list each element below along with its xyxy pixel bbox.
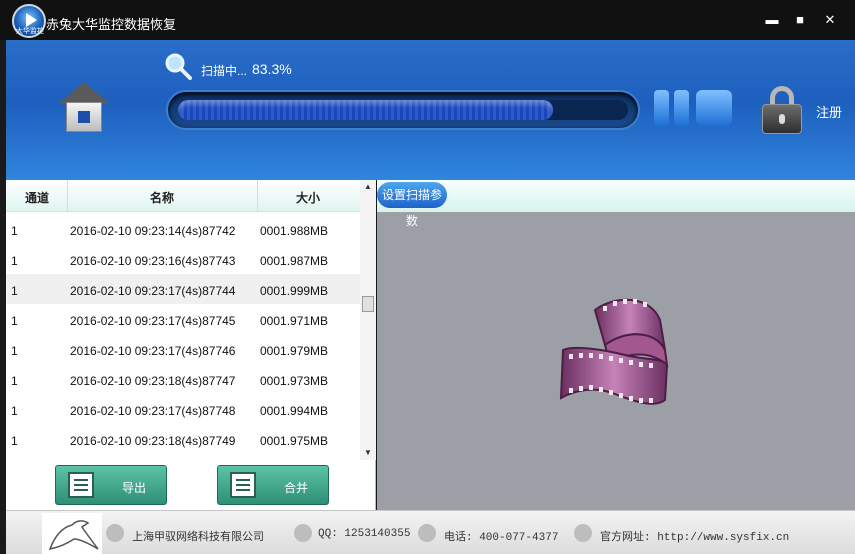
cell-size: 0001.987MB: [260, 254, 329, 268]
scan-status-label: 扫描中...: [201, 64, 248, 78]
table-header: 通道 名称 大小: [6, 180, 360, 212]
cell-size: 0001.988MB: [260, 224, 329, 238]
column-header-size[interactable]: 大小: [296, 189, 320, 206]
table-row[interactable]: 1 2016-02-10 09:23:18(4s)87749 0001.975M…: [6, 424, 360, 454]
cell-size: 0001.979MB: [260, 344, 329, 358]
cell-channel: 1: [11, 434, 18, 448]
stop-button[interactable]: [696, 90, 732, 126]
window-title: 赤兔大华监控数据恢复: [46, 17, 177, 32]
company-name: 上海甲驭网络科技有限公司: [132, 531, 264, 543]
scan-progress-bar: [166, 90, 640, 130]
table-row[interactable]: 1 2016-02-10 09:23:17(4s)87744 0001.999M…: [6, 274, 360, 304]
merge-label: 合并: [284, 481, 309, 495]
phone-number: 电话: 400-077-4377: [444, 532, 559, 544]
export-label: 导出: [122, 481, 147, 495]
table-row[interactable]: 1 2016-02-10 09:23:17(4s)87746 0001.979M…: [6, 334, 360, 364]
home-button[interactable]: [56, 80, 112, 136]
table-row[interactable]: 1 2016-02-10 09:23:16(4s)87743 0001.987M…: [6, 244, 360, 274]
cell-channel: 1: [11, 374, 18, 388]
close-button[interactable]: ✕: [822, 12, 838, 28]
pause-button[interactable]: [654, 90, 690, 126]
table-row[interactable]: 1 2016-02-10 09:23:14(4s)87742 0001.988M…: [6, 214, 360, 244]
film-reel-icon: [559, 298, 669, 405]
qq-icon: [294, 524, 312, 542]
phone-icon: [418, 524, 436, 542]
progress-fill: [178, 100, 553, 120]
recovered-files-table: 通道 名称 大小 1 2016-02-10 09:23:14(4s)87742 …: [6, 180, 376, 510]
merge-button[interactable]: 合并: [217, 465, 329, 505]
footer-bar: 上海甲驭网络科技有限公司 QQ: 1253140355 电话: 400-077-…: [6, 510, 855, 554]
register-label: 注册: [816, 105, 843, 120]
table-scrollbar[interactable]: ▲ ▼: [360, 180, 376, 460]
cell-channel: 1: [11, 344, 18, 358]
website-link[interactable]: 官方网址: http://www.sysfix.cn: [600, 528, 789, 544]
lock-icon: [762, 84, 802, 136]
company-logo-icon: [42, 513, 102, 554]
table-body: 1 2016-02-10 09:23:14(4s)87742 0001.988M…: [6, 212, 360, 460]
cell-name: 2016-02-10 09:23:16(4s)87743: [70, 254, 236, 268]
cell-size: 0001.975MB: [260, 434, 329, 448]
cell-channel: 1: [11, 314, 18, 328]
cell-channel: 1: [11, 224, 18, 238]
cell-name: 2016-02-10 09:23:17(4s)87746: [70, 344, 236, 358]
maximize-button[interactable]: ■: [792, 12, 808, 28]
export-icon: [68, 472, 94, 498]
app-logo-text: 大华监控: [16, 27, 44, 35]
header-panel: 扫描中... 83.3% 注册: [6, 40, 855, 180]
column-header-channel[interactable]: 通道: [25, 189, 49, 206]
pause-icon: [654, 90, 669, 126]
cell-name: 2016-02-10 09:23:17(4s)87744: [70, 284, 236, 298]
scan-percent: 83.3%: [252, 61, 292, 77]
register-button[interactable]: 注册: [756, 84, 848, 136]
home-icon: [58, 82, 110, 104]
cell-name: 2016-02-10 09:23:18(4s)87747: [70, 374, 236, 388]
table-row[interactable]: 1 2016-02-10 09:23:17(4s)87748 0001.994M…: [6, 394, 360, 424]
globe-icon: [574, 524, 592, 542]
search-icon: [165, 53, 192, 80]
export-button[interactable]: 导出: [55, 465, 167, 505]
cell-size: 0001.973MB: [260, 374, 329, 388]
cell-size: 0001.999MB: [260, 284, 329, 298]
scroll-up-arrow-icon[interactable]: ▲: [364, 182, 372, 191]
title-bar: 大华监控 赤兔大华监控数据恢复 ▬ ■ ✕: [0, 0, 855, 40]
preview-toolbar: 设置扫描参数: [377, 180, 855, 228]
company-icon: [106, 524, 124, 542]
cell-channel: 1: [11, 404, 18, 418]
minimize-button[interactable]: ▬: [764, 12, 780, 28]
column-header-name[interactable]: 名称: [150, 189, 174, 206]
scroll-down-arrow-icon[interactable]: ▼: [364, 448, 372, 457]
cell-name: 2016-02-10 09:23:17(4s)87745: [70, 314, 236, 328]
cell-channel: 1: [11, 284, 18, 298]
cell-size: 0001.971MB: [260, 314, 329, 328]
cell-name: 2016-02-10 09:23:14(4s)87742: [70, 224, 236, 238]
preview-panel: 设置扫描参数: [377, 180, 855, 510]
scrollbar-thumb[interactable]: [362, 296, 374, 312]
scan-settings-button[interactable]: 设置扫描参数: [377, 182, 447, 228]
play-icon: [26, 13, 37, 27]
merge-icon: [230, 472, 256, 498]
cell-channel: 1: [11, 254, 18, 268]
table-row[interactable]: 1 2016-02-10 09:23:17(4s)87745 0001.971M…: [6, 304, 360, 334]
qq-number: QQ: 1253140355: [318, 528, 411, 540]
cell-name: 2016-02-10 09:23:18(4s)87749: [70, 434, 236, 448]
table-row[interactable]: 1 2016-02-10 09:23:18(4s)87747 0001.973M…: [6, 364, 360, 394]
cell-name: 2016-02-10 09:23:17(4s)87748: [70, 404, 236, 418]
cell-size: 0001.994MB: [260, 404, 329, 418]
